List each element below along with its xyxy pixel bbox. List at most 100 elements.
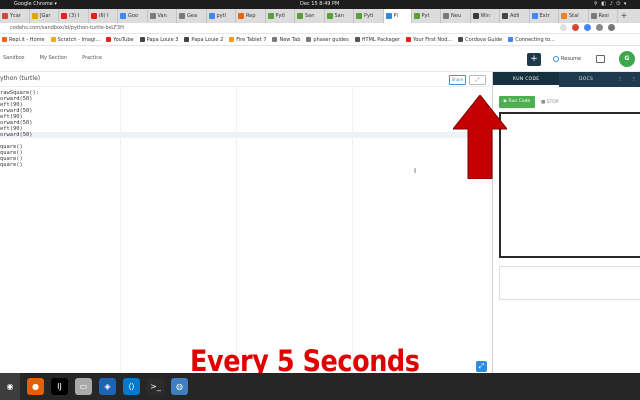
- avatar[interactable]: G: [619, 51, 635, 67]
- system-icon[interactable]: ◉: [0, 373, 20, 400]
- tab-favicon-icon: [90, 13, 97, 19]
- program-title[interactable]: ython (turtle): [0, 75, 40, 82]
- os-top-bar: Google Chrome ▾ Dec 15 8:49 PM ⚲ ◧ ♪ ⏻ ▾: [0, 0, 640, 9]
- turtle-canvas[interactable]: [499, 112, 640, 258]
- add-button[interactable]: +: [527, 53, 541, 66]
- fullscreen-icon[interactable]: ⤢: [476, 361, 487, 372]
- tab-label: Van: [157, 13, 167, 19]
- bookmark-label: Scratch - Imagi...: [57, 36, 101, 43]
- browser-tab[interactable]: Resi: [589, 9, 618, 23]
- bookmark-label: Connecting to...: [515, 36, 555, 43]
- browser-tab[interactable]: (3) I: [59, 9, 89, 23]
- tab-label: San: [334, 13, 344, 19]
- tab-label: Pytl: [364, 13, 374, 19]
- browser-tab[interactable]: Rep: [236, 9, 266, 23]
- browser-tab[interactable]: Pyt: [412, 9, 441, 23]
- bookmark-item[interactable]: phaser guides: [306, 37, 349, 43]
- taskbar-dock: ◉ ● IJ ▭ ◈ ⟨⟩ >_ ◍: [0, 373, 640, 400]
- tab-label: Win: [480, 13, 490, 19]
- tab-label: Pytl: [275, 13, 285, 19]
- terminal-icon[interactable]: >_: [147, 378, 164, 395]
- tab-label: Ycar: [10, 13, 21, 19]
- app-nav: Sandbox My Section Practice: [3, 55, 102, 61]
- tab-label: (6) I: [98, 13, 109, 19]
- bookmark-icon: [50, 37, 56, 42]
- tab-overflow[interactable]: ⋮: [627, 72, 640, 87]
- browser-tab[interactable]: Adil: [500, 9, 530, 23]
- tab-label: Resi: [598, 13, 609, 19]
- share-button[interactable]: Share: [449, 75, 466, 85]
- bookmark-item[interactable]: Connecting to...: [508, 37, 555, 43]
- nav-my-section[interactable]: My Section: [40, 55, 67, 61]
- browser-tab[interactable]: Stal: [559, 9, 589, 23]
- browser-tab[interactable]: Gea: [177, 9, 207, 23]
- bookmark-item[interactable]: Your First Nod...: [406, 37, 452, 43]
- extension-icon[interactable]: [596, 24, 603, 31]
- bookmark-item[interactable]: Papa Louie 3: [139, 37, 178, 43]
- run-controls: ▶ Run Code ■ STOP: [499, 96, 559, 108]
- tab-more-menu[interactable]: ⋮: [613, 72, 627, 87]
- profile-icon[interactable]: [608, 24, 615, 31]
- files-icon[interactable]: ▭: [75, 378, 92, 395]
- resume-button[interactable]: Resume: [553, 56, 581, 62]
- extension-icon[interactable]: [560, 24, 567, 31]
- tab-favicon-icon: [561, 13, 567, 19]
- bookmark-item[interactable]: HTML Packager: [354, 36, 401, 43]
- tab-label: Adil: [510, 13, 520, 19]
- tab-docs[interactable]: DOCS: [559, 72, 613, 87]
- tab-favicon-icon: [385, 13, 392, 19]
- text-cursor-icon: I: [414, 167, 417, 175]
- globe-icon[interactable]: ◍: [171, 378, 188, 395]
- resume-label: Resume: [561, 56, 582, 62]
- browser-tab[interactable]: pytl: [207, 9, 236, 23]
- intellij-icon[interactable]: IJ: [51, 378, 68, 395]
- vscode-icon[interactable]: ⟨⟩: [123, 378, 140, 395]
- browser-tab[interactable]: Pl: [383, 9, 412, 23]
- virtualbox-icon[interactable]: ◈: [99, 378, 116, 395]
- address-bar: codehs.com/sandbox/id/python-turtle-bsLF…: [0, 23, 640, 34]
- browser-tab[interactable]: San: [295, 9, 325, 23]
- clock[interactable]: Dec 15 8:49 PM: [300, 0, 339, 9]
- browser-tab[interactable]: Van: [148, 9, 177, 23]
- console-output[interactable]: [499, 266, 640, 300]
- indent-guide: [120, 87, 121, 373]
- bookmark-item[interactable]: Scratch - Imagi...: [50, 36, 101, 43]
- nav-sandbox[interactable]: Sandbox: [3, 55, 25, 61]
- bookmark-item[interactable]: Cordova Guide: [458, 37, 502, 43]
- extension-icon[interactable]: [572, 24, 579, 31]
- resume-icon: [553, 56, 559, 62]
- firefox-icon[interactable]: ●: [27, 378, 44, 395]
- browser-tab[interactable]: Extr: [530, 9, 559, 23]
- browser-tab[interactable]: Ycar: [0, 9, 30, 23]
- bookmark-icon: [406, 37, 412, 42]
- browser-tab[interactable]: Goo: [118, 9, 148, 23]
- new-tab-button[interactable]: +: [618, 9, 630, 23]
- browser-tab[interactable]: [Gar: [30, 9, 59, 23]
- browser-tab[interactable]: Neu: [441, 9, 471, 23]
- code-editor[interactable]: I ⤢ rawSquare(): orward(50) eft(90) orward(…: [0, 87, 492, 373]
- calendar-icon[interactable]: [596, 55, 605, 63]
- active-app-name[interactable]: Google Chrome ▾: [14, 0, 57, 9]
- nav-practice[interactable]: Practice: [82, 55, 102, 61]
- bookmark-item[interactable]: New Tab: [272, 37, 300, 43]
- expand-button[interactable]: ⤢: [469, 75, 486, 85]
- stop-button[interactable]: ■ STOP: [541, 100, 559, 105]
- browser-tab[interactable]: Pytl: [266, 9, 295, 23]
- tab-favicon-icon: [443, 13, 449, 19]
- bookmark-item[interactable]: Fire Tablet 7: [229, 37, 266, 43]
- bookmark-item[interactable]: Papa Louie 2: [184, 37, 223, 43]
- code-line[interactable]: quare(): [0, 162, 23, 168]
- system-tray-icons[interactable]: ⚲ ◧ ♪ ⏻ ▾: [594, 0, 627, 9]
- bookmark-item[interactable]: Repl.it - Home: [2, 37, 45, 43]
- code-line[interactable]: orward(50): [0, 132, 492, 138]
- bookmark-label: HTML Packager: [361, 36, 401, 43]
- extension-icon[interactable]: [584, 24, 591, 31]
- red-arrow-icon: [453, 95, 507, 179]
- browser-tab[interactable]: Pytl: [354, 9, 384, 23]
- browser-tab[interactable]: Win: [471, 9, 500, 23]
- bookmark-item[interactable]: YouTube: [106, 37, 134, 43]
- browser-tab[interactable]: (6) I: [89, 9, 118, 23]
- url-field[interactable]: codehs.com/sandbox/id/python-turtle-bsLF…: [10, 24, 124, 33]
- tab-run-code[interactable]: RUN CODE: [493, 72, 560, 87]
- browser-tab[interactable]: San: [325, 9, 354, 23]
